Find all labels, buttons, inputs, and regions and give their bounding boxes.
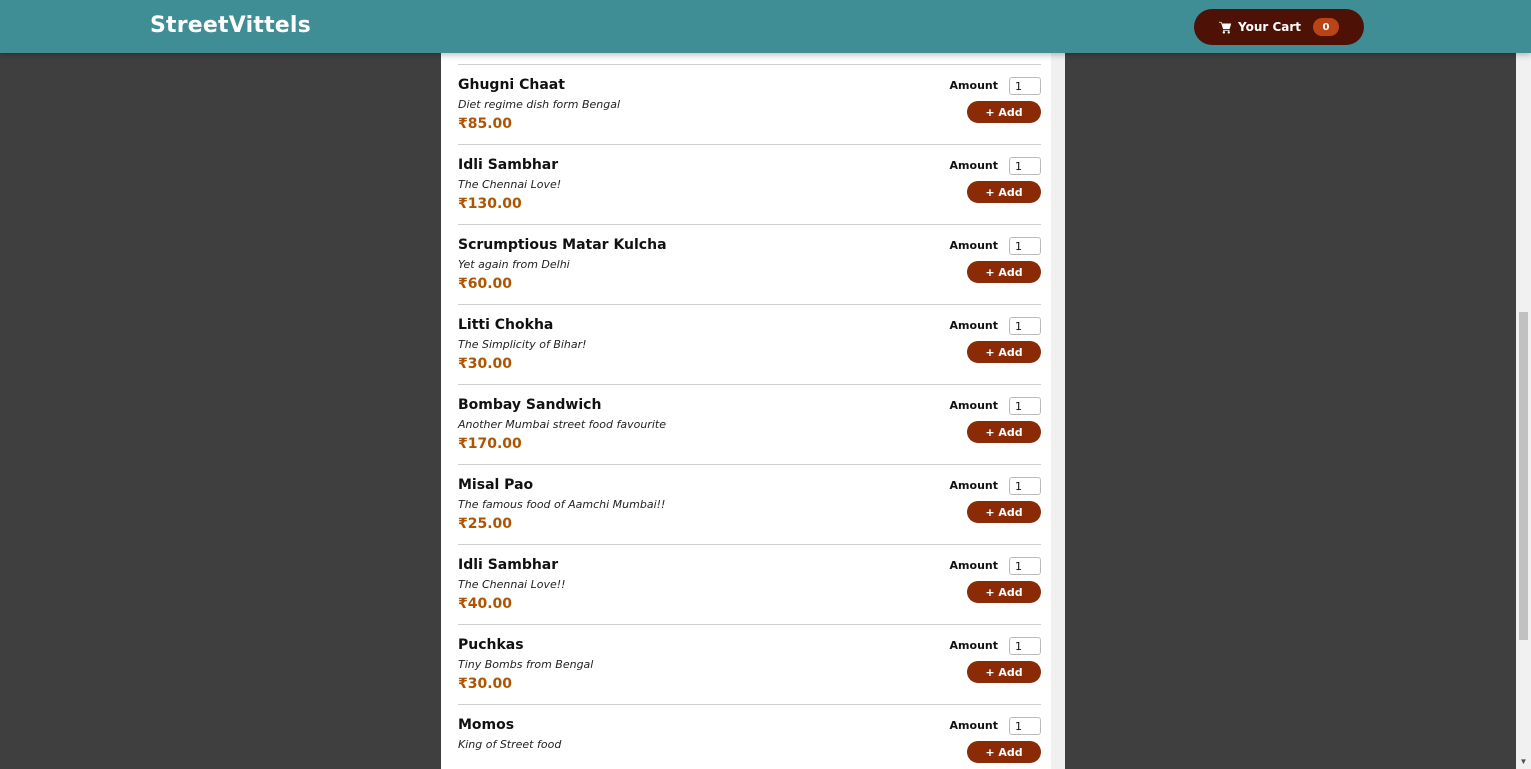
- meal-description: King of Street food: [458, 738, 562, 751]
- amount-label: Amount: [949, 239, 998, 252]
- meal-item: Idli Sambhar The Chennai Love! ₹130.00 A…: [458, 145, 1041, 225]
- scroll-thumb[interactable]: [1519, 312, 1528, 640]
- add-button[interactable]: + Add: [967, 421, 1041, 443]
- cart-label: Your Cart: [1237, 20, 1302, 34]
- amount-label: Amount: [949, 79, 998, 92]
- amount-input[interactable]: [1009, 477, 1041, 495]
- amount-label: Amount: [949, 719, 998, 732]
- add-button[interactable]: + Add: [967, 341, 1041, 363]
- amount-input[interactable]: [1009, 237, 1041, 255]
- app-header: StreetVittels Your Cart 0: [0, 0, 1531, 53]
- meal-item: Puchkas Tiny Bombs from Bengal ₹30.00 Am…: [458, 625, 1041, 705]
- amount-label: Amount: [949, 639, 998, 652]
- meal-item: Litti Chokha The Simplicity of Bihar! ₹3…: [458, 305, 1041, 385]
- meal-name: Ghugni Chaat: [458, 77, 565, 93]
- meal-name: Idli Sambhar: [458, 157, 559, 173]
- amount-label: Amount: [949, 479, 998, 492]
- add-button[interactable]: + Add: [967, 581, 1041, 603]
- add-button[interactable]: + Add: [967, 661, 1041, 683]
- cart-count-badge: 0: [1313, 18, 1340, 36]
- meal-description: Diet regime dish form Bengal: [458, 98, 621, 111]
- add-button[interactable]: + Add: [967, 181, 1041, 203]
- meal-price: ₹85.00: [458, 116, 513, 132]
- scroll-down-arrow-icon[interactable]: ▼: [1516, 755, 1531, 769]
- shopping-cart-icon: [1218, 21, 1232, 34]
- amount-label: Amount: [949, 559, 998, 572]
- page-scrollbar[interactable]: ▲ ▼: [1516, 0, 1531, 769]
- meal-price: ₹30.00: [458, 356, 513, 372]
- amount-label: Amount: [949, 399, 998, 412]
- amount-label: Amount: [949, 159, 998, 172]
- meal-item: Bombay Sandwich Another Mumbai street fo…: [458, 385, 1041, 465]
- amount-label: Amount: [949, 319, 998, 332]
- meal-name: Scrumptious Matar Kulcha: [458, 237, 667, 253]
- meal-name: Puchkas: [458, 637, 524, 653]
- meal-description: The famous food of Aamchi Mumbai!!: [458, 498, 666, 511]
- meal-name: Momos: [458, 717, 515, 733]
- amount-input[interactable]: [1009, 557, 1041, 575]
- amount-input[interactable]: [1009, 637, 1041, 655]
- meal-item: Scrumptious Matar Kulcha Yet again from …: [458, 225, 1041, 305]
- meal-price: ₹25.00: [458, 516, 513, 532]
- meal-description: Another Mumbai street food favourite: [458, 418, 666, 431]
- meal-price: ₹130.00: [458, 196, 522, 212]
- amount-input[interactable]: [1009, 77, 1041, 95]
- amount-input[interactable]: [1009, 157, 1041, 175]
- meal-name: Misal Pao: [458, 477, 534, 493]
- meal-name: Idli Sambhar: [458, 557, 559, 573]
- meal-item: Ghugni Chaat Diet regime dish form Benga…: [458, 65, 1041, 145]
- meal-price: ₹40.00: [458, 596, 513, 612]
- meal-item: Misal Pao The famous food of Aamchi Mumb…: [458, 465, 1041, 545]
- meals-list: Rajasthan's heat beating dish ₹65.00 Amo…: [458, 0, 1041, 769]
- meal-description: The Chennai Love!: [458, 178, 562, 191]
- add-button[interactable]: + Add: [967, 261, 1041, 283]
- add-button[interactable]: + Add: [967, 501, 1041, 523]
- meal-price: ₹170.00: [458, 436, 522, 452]
- meal-item: Momos King of Street food Amount + Add: [458, 705, 1041, 769]
- add-button[interactable]: + Add: [967, 741, 1041, 763]
- add-button[interactable]: + Add: [967, 101, 1041, 123]
- meal-description: The Chennai Love!!: [458, 578, 566, 591]
- meal-description: Yet again from Delhi: [458, 258, 570, 271]
- meal-name: Litti Chokha: [458, 317, 554, 333]
- amount-input[interactable]: [1009, 317, 1041, 335]
- meal-description: The Simplicity of Bihar!: [458, 338, 587, 351]
- meal-price: ₹60.00: [458, 276, 513, 292]
- meal-name: Bombay Sandwich: [458, 397, 602, 413]
- brand-logo[interactable]: StreetVittels: [150, 13, 311, 38]
- meal-item: Idli Sambhar The Chennai Love!! ₹40.00 A…: [458, 545, 1041, 625]
- amount-input[interactable]: [1009, 717, 1041, 735]
- panel-edge: [1051, 0, 1065, 769]
- your-cart-button[interactable]: Your Cart 0: [1194, 9, 1364, 45]
- meal-description: Tiny Bombs from Bengal: [458, 658, 594, 671]
- meal-price: ₹30.00: [458, 676, 513, 692]
- amount-input[interactable]: [1009, 397, 1041, 415]
